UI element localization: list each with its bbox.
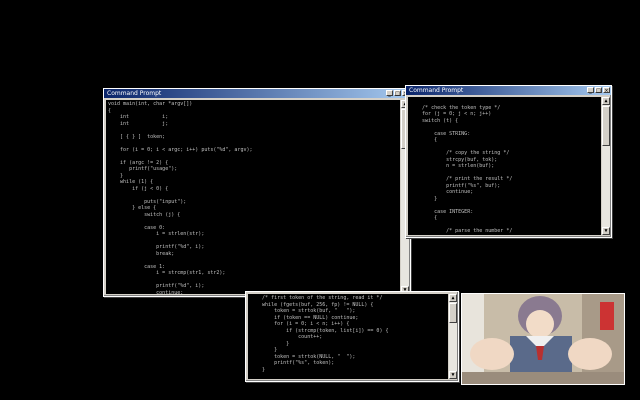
maximize-button[interactable]: □: [595, 87, 602, 94]
scroll-down-arrow-icon[interactable]: ▼: [449, 371, 457, 379]
vertical-scrollbar[interactable]: ▲ ▼: [602, 97, 610, 235]
scroll-thumb[interactable]: [449, 303, 457, 323]
scroll-thumb[interactable]: [602, 106, 610, 146]
title-bar[interactable]: Command Prompt _ □ ×: [406, 86, 611, 95]
console-output[interactable]: /* check the token type */ for (j = 0; j…: [408, 97, 601, 235]
maximize-button[interactable]: □: [394, 90, 401, 97]
anime-character-image: [462, 294, 624, 384]
console-line: val = atoi(tok);: [410, 235, 599, 236]
vertical-scrollbar[interactable]: ▲ ▼: [449, 294, 457, 379]
window-title: Command Prompt: [107, 90, 162, 97]
command-prompt-window-main[interactable]: Command Prompt _ □ × void main(int, char…: [103, 88, 411, 297]
window-title: Command Prompt: [409, 87, 464, 94]
console-output[interactable]: void main(int, char *argv[]){ int i; int…: [106, 100, 400, 294]
minimize-button[interactable]: _: [386, 90, 393, 97]
scroll-down-arrow-icon[interactable]: ▼: [602, 227, 610, 235]
title-bar[interactable]: Command Prompt _ □ ×: [104, 89, 410, 98]
scroll-up-arrow-icon[interactable]: ▲: [449, 294, 457, 302]
command-prompt-window-bottom[interactable]: /* first token of the string, read it */…: [245, 291, 459, 382]
command-prompt-window-right[interactable]: Command Prompt _ □ × /* check the token …: [405, 85, 612, 238]
console-line: }: [250, 366, 266, 373]
minimize-button[interactable]: _: [587, 87, 594, 94]
video-frame: [461, 293, 625, 385]
close-button[interactable]: ×: [603, 87, 610, 94]
scroll-up-arrow-icon[interactable]: ▲: [602, 97, 610, 105]
console-output[interactable]: /* first token of the string, read it */…: [248, 294, 448, 379]
